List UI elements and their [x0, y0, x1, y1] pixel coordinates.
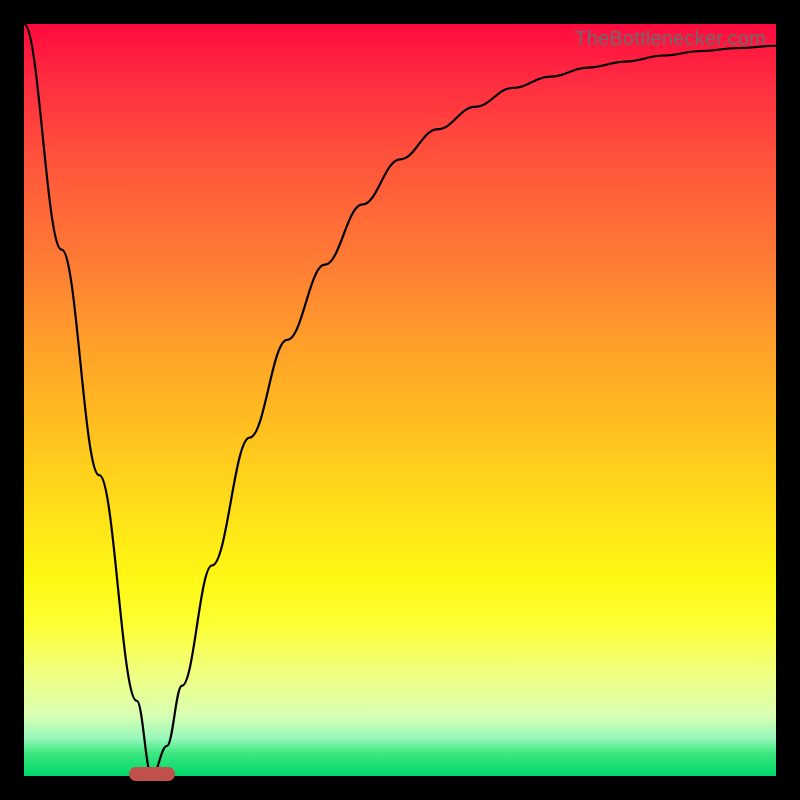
minimum-marker: [129, 767, 175, 781]
chart-plot-area: TheBottlenecker.com: [24, 24, 776, 776]
chart-marker-layer: [24, 24, 776, 776]
chart-frame: TheBottlenecker.com: [0, 0, 800, 800]
